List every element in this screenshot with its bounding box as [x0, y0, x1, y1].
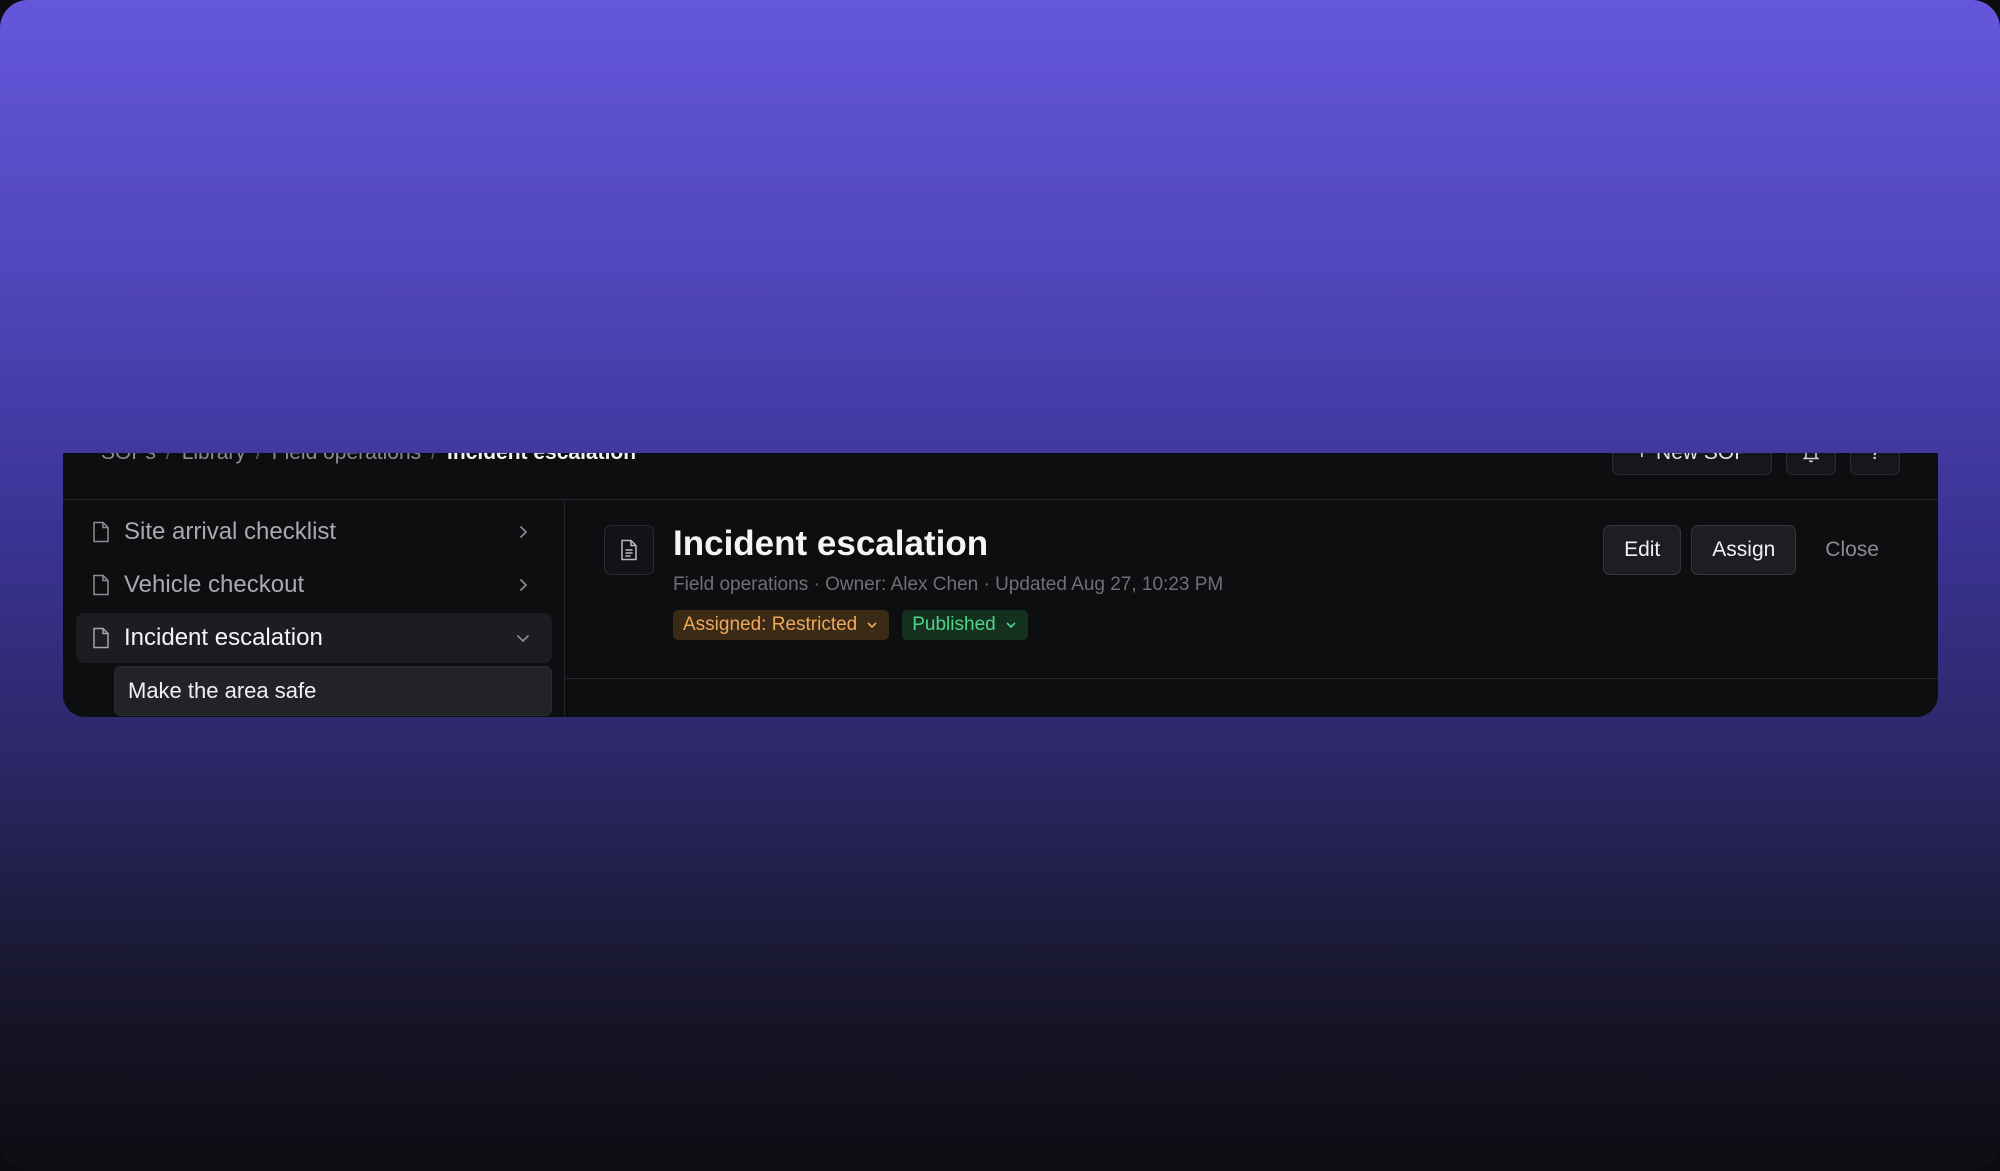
assigned-badge[interactable]: Assigned: Restricted [673, 610, 890, 640]
breadcrumb-item-field-operations[interactable]: Field operations [272, 453, 421, 465]
notifications-button[interactable] [1786, 453, 1836, 475]
document-badges: Assigned: Restricted Published [673, 610, 1028, 640]
breadcrumb-item-library[interactable]: Library [182, 453, 246, 465]
document-icon [93, 627, 109, 649]
document-title: Incident escalation [673, 524, 989, 563]
plus-icon: + [1636, 453, 1648, 465]
section-divider [565, 678, 1938, 679]
new-sop-label: New SOP [1656, 453, 1748, 465]
document-meta: Field operations · Owner: Alex Chen · Up… [673, 574, 1224, 595]
sidebar-subitem-make-the-area-safe[interactable]: Make the area safe [114, 666, 552, 716]
breadcrumb-separator: / [166, 453, 172, 465]
sidebar-item-incident-escalation[interactable]: Incident escalation [76, 613, 552, 663]
chevron-down-icon [1006, 622, 1016, 629]
document-actions: Edit Assign Close [1603, 525, 1898, 575]
help-button[interactable]: ? [1850, 453, 1900, 475]
sidebar-subitem-label: Make the area safe [128, 678, 317, 703]
sidebar-item-label: Site arrival checklist [124, 518, 337, 545]
assign-button[interactable]: Assign [1691, 525, 1797, 575]
status-badge-label: Published [912, 614, 996, 635]
sop-window: SOPs / Library / Field operations / Inci… [63, 453, 1938, 717]
breadcrumb: SOPs / Library / Field operations / Inci… [101, 453, 636, 465]
breadcrumb-item-sops[interactable]: SOPs [101, 453, 156, 465]
edit-button[interactable]: Edit [1603, 525, 1682, 575]
help-icon: ? [1869, 453, 1881, 465]
chevron-down-icon [516, 634, 530, 643]
document-icon [93, 574, 109, 596]
breadcrumb-separator: / [431, 453, 437, 465]
sidebar-item-site-arrival-checklist[interactable]: Site arrival checklist [76, 507, 552, 557]
breadcrumb-current: Incident escalation [447, 453, 636, 465]
document-text-icon [621, 539, 637, 561]
new-sop-button[interactable]: + New SOP [1612, 453, 1772, 475]
sidebar-item-vehicle-checkout[interactable]: Vehicle checkout [76, 560, 552, 610]
breadcrumb-separator: / [256, 453, 262, 465]
document-icon [93, 521, 109, 543]
assigned-badge-label: Assigned: Restricted [683, 614, 858, 635]
bell-icon [1802, 453, 1820, 463]
document-panel: Incident escalation Field operations · O… [565, 500, 1938, 717]
chevron-down-icon [867, 622, 877, 629]
topbar: SOPs / Library / Field operations / Inci… [63, 453, 1938, 500]
close-button[interactable]: Close [1806, 525, 1898, 575]
document-type-icon-box [604, 525, 654, 575]
sidebar-item-label: Incident escalation [124, 624, 323, 651]
chevron-right-icon [519, 578, 528, 592]
chevron-right-icon [519, 525, 528, 539]
sidebar: Site arrival checklist Vehicle checkout … [63, 500, 565, 717]
status-badge[interactable]: Published [902, 610, 1028, 640]
top-actions: + New SOP ? [1612, 453, 1900, 475]
sidebar-item-label: Vehicle checkout [124, 571, 305, 598]
